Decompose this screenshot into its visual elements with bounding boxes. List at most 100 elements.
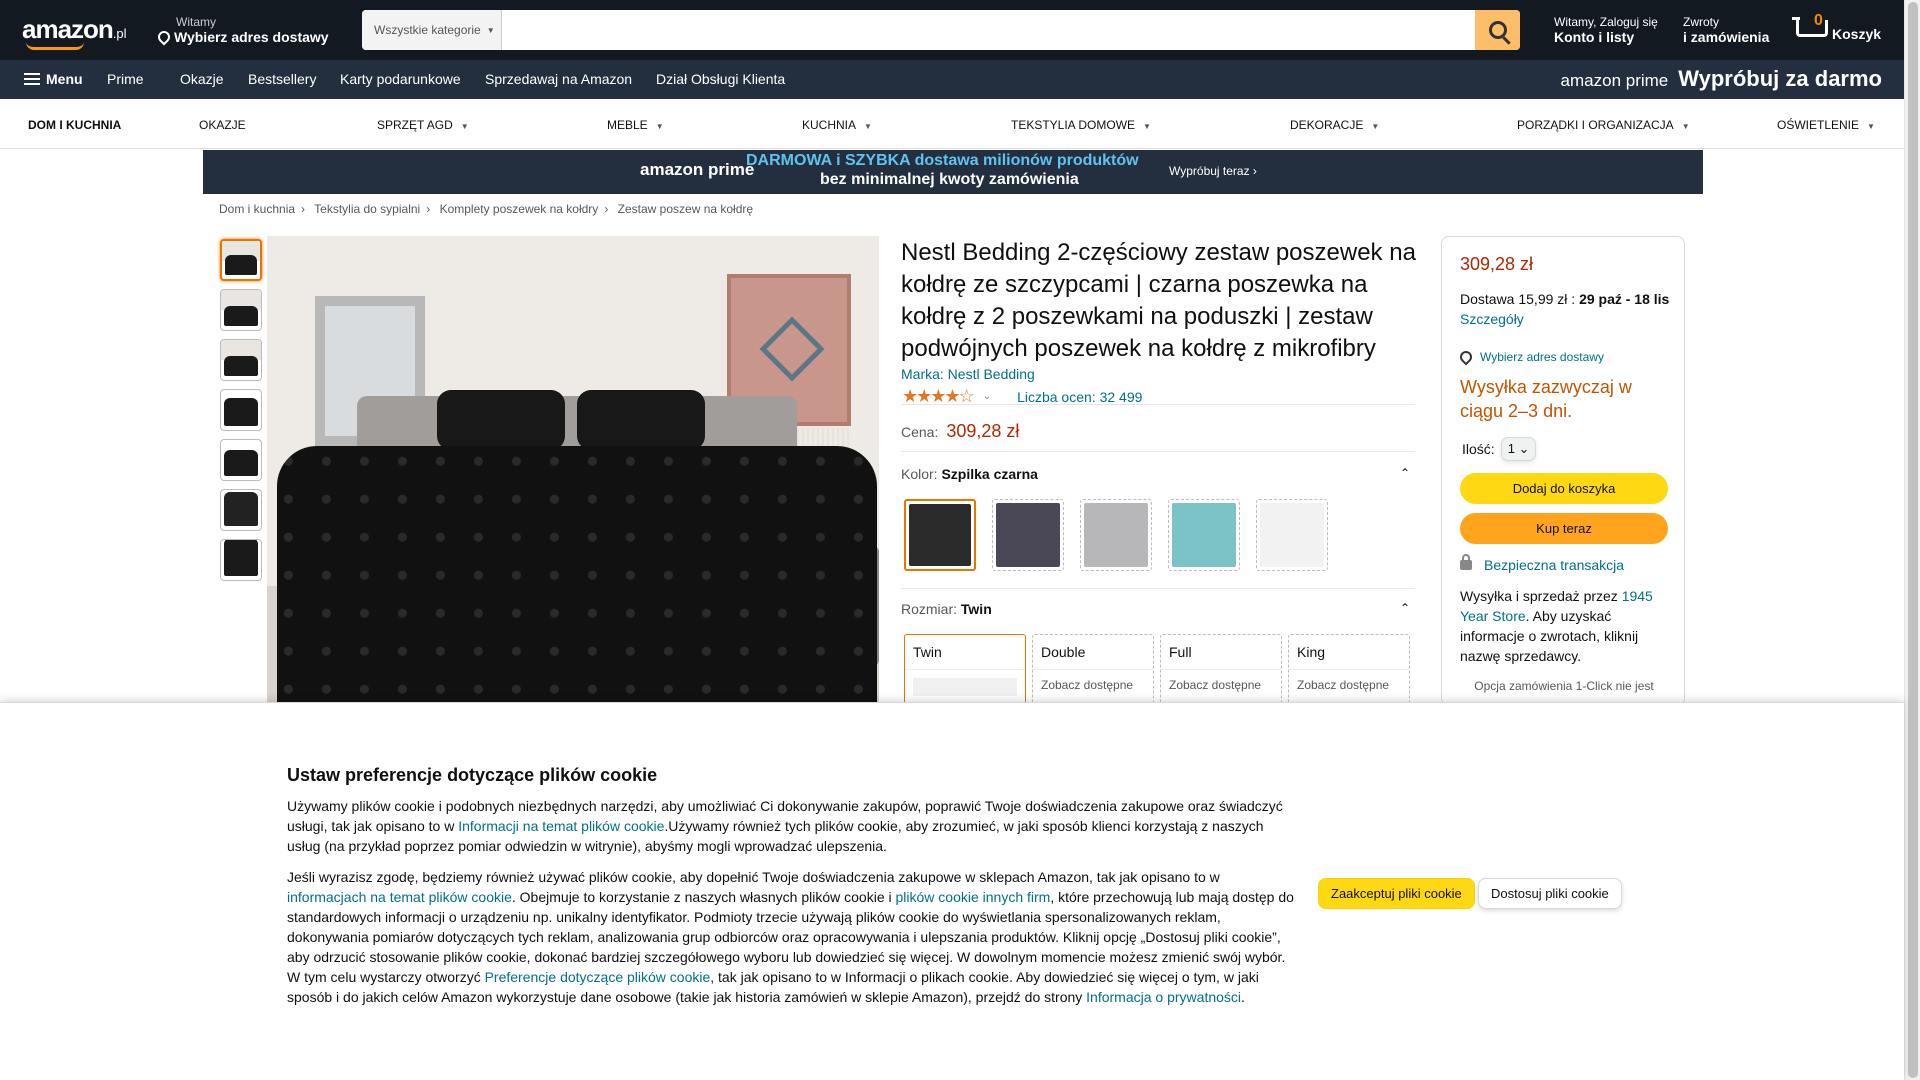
returns-orders[interactable]: Zwroty i zamówienia (1683, 15, 1769, 45)
category-kitchen[interactable]: KUCHNIA ▼ (802, 118, 872, 132)
subnav-item-bestsellers[interactable]: Bestsellery (248, 71, 316, 87)
page-scrollbar[interactable] (1904, 0, 1920, 1080)
chevron-down-icon: ▼ (864, 122, 872, 131)
delivery-info: Dostawa 15,99 zł : 29 paź - 18 lis Szcze… (1460, 289, 1674, 329)
secure-transaction-link[interactable]: Bezpieczna transakcja (1460, 554, 1624, 573)
category-appliances[interactable]: SPRZĘT AGD ▼ (377, 118, 469, 132)
thumbnail[interactable] (220, 489, 262, 531)
rating-count-link[interactable]: Liczba ocen: 32 499 (1017, 389, 1142, 405)
third-party-cookies-link[interactable]: plików cookie innych firm (896, 889, 1051, 905)
color-swatch-black[interactable] (904, 499, 976, 571)
menu-button[interactable]: Menu (24, 71, 83, 87)
cookie-info-link[interactable]: Informacji na temat plików cookie (458, 818, 664, 834)
banner-cta: Wypróbuj teraz › (1169, 164, 1257, 178)
swatch-fill (1084, 503, 1148, 567)
thumbnail[interactable] (220, 339, 262, 381)
breadcrumb-separator: › (301, 202, 306, 216)
category-furniture[interactable]: MEBLE ▼ (607, 118, 664, 132)
account-lists[interactable]: Witamy, Zaloguj się Konto i listy (1554, 15, 1658, 45)
chevron-down-icon[interactable]: ⌄ (983, 391, 991, 402)
breadcrumb-separator: › (604, 202, 609, 216)
deliver-to[interactable]: Witamy Wybierz adres dostawy (155, 15, 329, 46)
breadcrumb-link[interactable]: Zestaw poszew na kołdrę (618, 202, 753, 216)
breadcrumb-link[interactable]: Komplety poszewek na kołdry (440, 202, 599, 216)
chevron-up-icon[interactable]: ⌃ (1400, 601, 1410, 615)
delivery-details-link[interactable]: Szczegóły (1460, 311, 1524, 327)
add-to-cart-button[interactable]: Dodaj do koszyka (1460, 473, 1668, 504)
accept-cookies-button[interactable]: Zaakceptuj pliki cookie (1318, 878, 1475, 909)
search-category-select[interactable]: Wszystkie kategorie ▼ (362, 10, 502, 50)
swatch-fill (996, 503, 1060, 567)
subnav-item-deals[interactable]: Okazje (180, 71, 224, 87)
category-label: KUCHNIA (802, 118, 857, 132)
size-label-text: Rozmiar: (901, 601, 958, 617)
logo-suffix: .pl (112, 26, 127, 41)
banner-prime-logo: amazon prime (640, 160, 755, 179)
brand-link[interactable]: Marka: Nestl Bedding (901, 366, 1035, 382)
chevron-down-icon: ▼ (655, 122, 664, 131)
color-swatch-grey[interactable] (1080, 499, 1152, 571)
search-button[interactable] (1475, 10, 1520, 50)
thumbnail[interactable] (220, 239, 262, 281)
category-deals[interactable]: OKAZJE (199, 118, 246, 132)
category-lighting[interactable]: OŚWIETLENIE ▼ (1777, 118, 1875, 132)
thumbnail-bed (224, 492, 258, 526)
choose-address-link[interactable]: Wybierz adres dostawy (1457, 348, 1604, 366)
product-main-image[interactable] (267, 236, 879, 706)
cookie-info-link[interactable]: informacjach na temat plików cookie (287, 889, 512, 905)
product-title: Nestl Bedding 2-częściowy zestaw poszewe… (901, 239, 1416, 362)
chevron-up-icon[interactable]: ⌃ (1400, 466, 1410, 480)
search-input[interactable] (502, 10, 1475, 50)
stock-status: Wysyłka zazwyczaj w ciągu 2–3 dni. (1460, 377, 1632, 421)
category-home-kitchen[interactable]: DOM I KUCHNIA (28, 118, 121, 132)
subnav-item-customer-service[interactable]: Dział Obsługi Klienta (656, 71, 785, 87)
color-swatch-white[interactable] (1256, 499, 1328, 571)
privacy-notice-link[interactable]: Informacja o prywatności (1086, 989, 1241, 1005)
amazon-logo[interactable]: amazon.pl (22, 14, 127, 50)
color-swatch-teal[interactable] (1168, 499, 1240, 571)
thumbnail[interactable] (220, 539, 262, 581)
thumbnail-bed (224, 398, 258, 426)
location-pin-icon (1457, 348, 1475, 366)
subnav-item-sell[interactable]: Sprzedawaj na Amazon (485, 71, 632, 87)
size-name: Twin (905, 635, 1025, 670)
subnav-item-prime[interactable]: Prime (107, 71, 144, 87)
quantity-label: Ilość: (1462, 441, 1495, 457)
divider (901, 588, 1415, 589)
image-pillow (577, 390, 705, 450)
thumbnail[interactable] (220, 389, 262, 431)
category-decorations[interactable]: DEKORACJE ▼ (1290, 118, 1379, 132)
cookie-preferences-link[interactable]: Preferencje dotyczące plików cookie (485, 969, 711, 985)
search-category-label: Wszystkie kategorie (374, 23, 481, 37)
category-organization[interactable]: PORZĄDKI I ORGANIZACJA ▼ (1517, 118, 1690, 132)
color-swatch-purple[interactable] (992, 499, 1064, 571)
thumbnail-bed (224, 450, 258, 476)
color-label: Kolor: Szpilka czarna (901, 466, 1038, 482)
thumbnail[interactable] (220, 439, 262, 481)
prime-promo[interactable]: amazon prime Wypróbuj za darmo (1561, 66, 1882, 92)
location-pin-icon (155, 28, 173, 46)
thumbnail[interactable] (220, 289, 262, 331)
prime-banner[interactable]: amazon prime DARMOWA i SZYBKA dostawa mi… (203, 150, 1703, 194)
subnav-item-gift-cards[interactable]: Karty podarunkowe (340, 71, 461, 87)
search-bar: Wszystkie kategorie ▼ (362, 10, 1520, 50)
thumbnail-bed (224, 356, 258, 376)
size-sub: Zobacz dostępne (1041, 678, 1134, 692)
deliver-address-label: Wybierz adres dostawy (174, 29, 329, 45)
buybox-price: 309,28 zł (1460, 254, 1534, 274)
scrollbar-thumb[interactable] (1908, 2, 1918, 1078)
buy-now-button[interactable]: Kup teraz (1460, 513, 1668, 544)
cart-label: Koszyk (1832, 26, 1882, 42)
breadcrumb: Dom i kuchnia › Tekstylia do sypialni › Ko… (219, 202, 753, 216)
category-label: PORZĄDKI I ORGANIZACJA (1517, 118, 1674, 132)
quantity-value: 1 (1507, 441, 1515, 456)
breadcrumb-link[interactable]: Dom i kuchnia (219, 202, 295, 216)
cart-button[interactable]: 0 Koszyk (1792, 12, 1881, 42)
category-textiles[interactable]: TEKSTYLIA DOMOWE ▼ (1011, 118, 1151, 132)
size-label: Rozmiar: Twin (901, 601, 992, 617)
customize-cookies-button[interactable]: Dostosuj pliki cookie (1478, 878, 1622, 909)
quantity-select[interactable]: 1 ⌄ (1500, 437, 1537, 461)
category-label: OŚWIETLENIE (1777, 118, 1860, 132)
breadcrumb-link[interactable]: Tekstylia do sypialni (314, 202, 420, 216)
category-label: TEKSTYLIA DOMOWE (1011, 118, 1136, 132)
